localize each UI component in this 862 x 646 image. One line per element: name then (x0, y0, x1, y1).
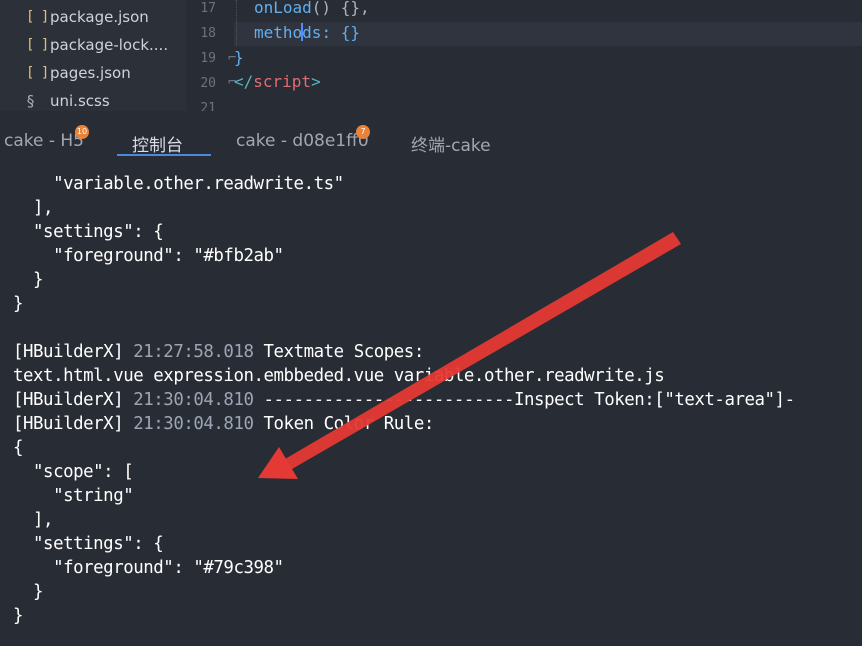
line-number: 18 (200, 26, 216, 41)
console-line: { (13, 438, 24, 458)
log-timestamp: 21:30:04.810 (133, 390, 254, 410)
console-line: } (13, 582, 44, 602)
file-name: package.json (50, 8, 149, 26)
code-line-19: } (234, 48, 244, 67)
code-editor[interactable]: 17 18 19 20 21 ⌐ ⌐ onLoad() {}, methods:… (186, 0, 862, 111)
console-line: [HBuilderX] 21:27:58.018 Textmate Scopes… (13, 340, 424, 364)
log-text: -------------------------Inspect Token:[… (253, 390, 796, 410)
console-line: text.html.vue expression.embbeded.vue va… (13, 366, 665, 386)
log-text: Textmate Scopes: (253, 342, 425, 362)
console-line: [HBuilderX] 21:30:04.810 ---------------… (13, 388, 795, 412)
file-item-package-lock[interactable]: [ ] package-lock.... (0, 31, 168, 59)
console-line: "scope": [ (13, 462, 134, 482)
code-token: > (311, 72, 321, 91)
code-line-18: methods: {} (254, 23, 360, 42)
scss-file-icon: § (26, 92, 35, 110)
tab-console[interactable]: 控制台 (132, 131, 183, 156)
console-line: } (13, 270, 44, 290)
log-prefix: [HBuilderX] (13, 342, 134, 362)
tab-terminal[interactable]: 终端-cake (411, 131, 491, 156)
console-line: "variable.other.readwrite.ts" (13, 174, 344, 194)
console-line: "string" (13, 486, 134, 506)
code-token: } (234, 48, 244, 67)
file-explorer: [ ] package.json [ ] package-lock.... [ … (0, 0, 186, 111)
tab-badge: 7 (356, 125, 370, 139)
line-number: 21 (200, 101, 216, 111)
code-token: script (253, 72, 312, 91)
line-number: 20 (200, 76, 216, 91)
panel-tab-bar: cake - H5 10 控制台 cake - d08e1ff0 7 终端-ca… (0, 111, 862, 161)
console-line: } (13, 606, 24, 626)
log-prefix: [HBuilderX] (13, 390, 134, 410)
code-line-20: </script> (234, 72, 321, 91)
log-text: Token Color Rule: (253, 414, 435, 434)
log-prefix: [HBuilderX] (13, 414, 134, 434)
file-name: uni.scss (50, 92, 110, 110)
console-line: "settings": { (13, 222, 164, 242)
code-token: : {} (321, 23, 360, 42)
console-line: "settings": { (13, 534, 164, 554)
line-number: 17 (200, 1, 216, 16)
tab-cake-h5[interactable]: cake - H5 (4, 131, 84, 151)
code-token: metho (254, 23, 303, 42)
file-item-pages-json[interactable]: [ ] pages.json (0, 59, 131, 87)
json-file-icon: [ ] (26, 65, 49, 81)
code-line-17: onLoad() {}, (254, 0, 370, 17)
tab-badge: 10 (75, 125, 89, 139)
code-token: onLoad (254, 0, 312, 17)
line-number: 19 (200, 51, 216, 66)
log-timestamp: 21:27:58.018 (133, 342, 254, 362)
file-item-package-json[interactable]: [ ] package.json (0, 3, 149, 31)
code-token: () {}, (311, 0, 370, 17)
json-file-icon: [ ] (26, 37, 49, 53)
code-token: </ (234, 72, 254, 91)
console-line: [HBuilderX] 21:30:04.810 Token Color Rul… (13, 412, 434, 436)
console-line: ], (13, 198, 54, 218)
line-number-gutter: 17 18 19 20 21 (186, 0, 224, 111)
file-name: pages.json (50, 64, 131, 82)
console-output[interactable]: "variable.other.readwrite.ts" ], "settin… (0, 161, 862, 646)
log-timestamp: 21:30:04.810 (133, 414, 254, 434)
json-file-icon: [ ] (26, 9, 49, 25)
file-item-uni-scss[interactable]: § uni.scss (0, 87, 110, 111)
indent-guide (236, 0, 238, 46)
console-line: } (13, 294, 24, 314)
tab-cake-d08e1ff0[interactable]: cake - d08e1ff0 (236, 131, 369, 151)
console-line: "foreground": "#79c398" (13, 558, 284, 578)
file-name: package-lock.... (50, 36, 169, 54)
active-tab-indicator (117, 154, 211, 156)
code-token: ds (302, 23, 322, 42)
top-area: [ ] package.json [ ] package-lock.... [ … (0, 0, 862, 111)
console-line: ], (13, 510, 54, 530)
console-line: "foreground": "#bfb2ab" (13, 246, 284, 266)
